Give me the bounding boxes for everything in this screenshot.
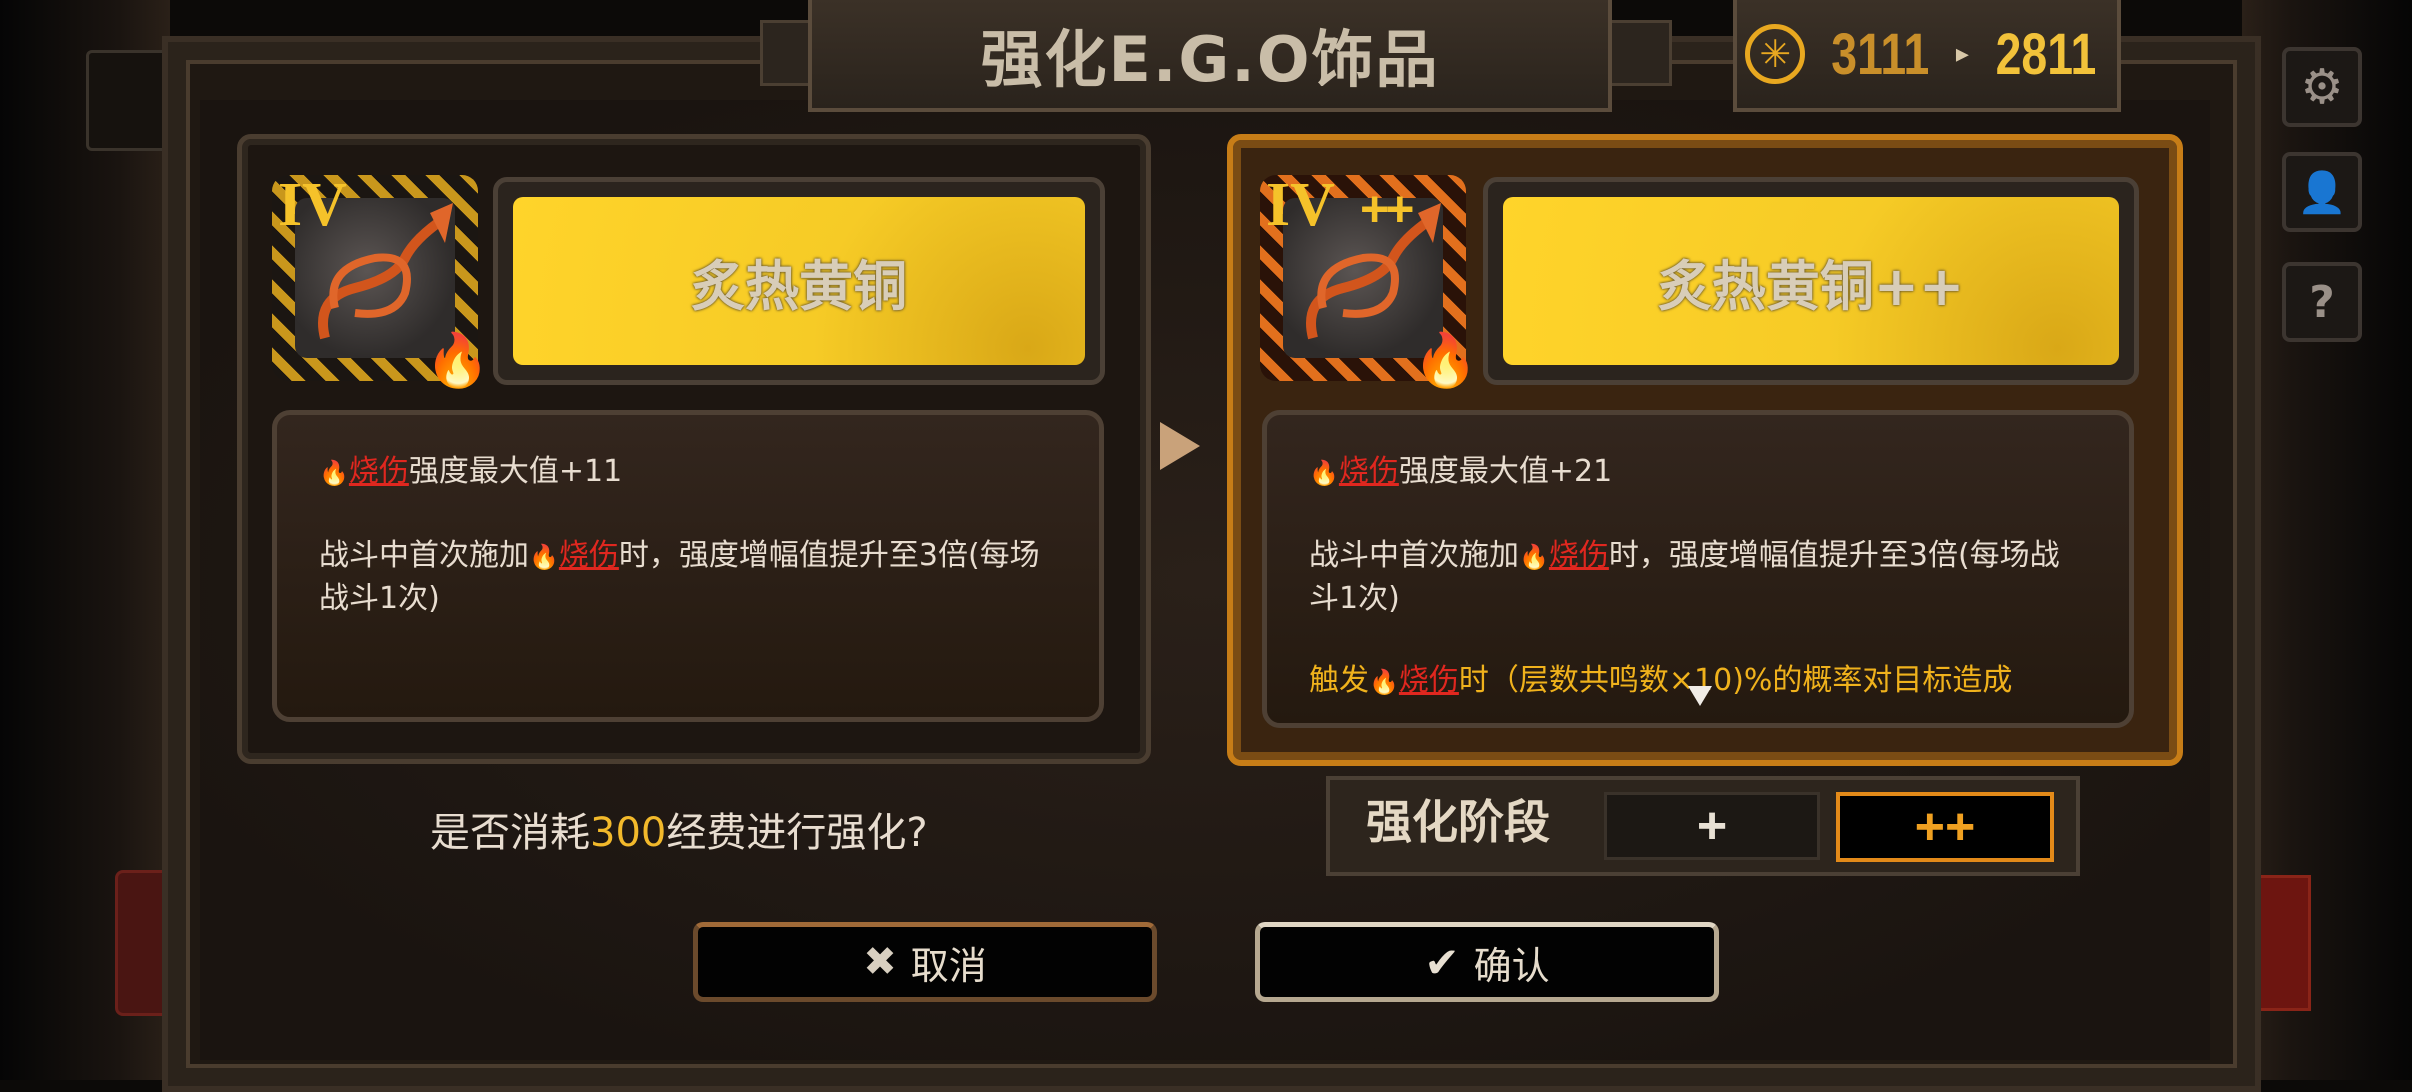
upgraded-item-name-box: 炙热黄铜++ [1483, 177, 2139, 385]
effect-text: 战斗中首次施加 [319, 538, 529, 573]
currency-new-value: 2811 [1995, 21, 2097, 87]
upgrade-cost-prompt: 是否消耗300经费进行强化? [430, 800, 928, 858]
currency-arrow: ▸ [1955, 39, 1969, 69]
cancel-button-label: 取消 [910, 943, 987, 988]
current-effect-2: 战斗中首次施加🔥烧伤时，强度增幅值提升至3倍(每场战斗1次) [319, 535, 1057, 619]
burn-keyword[interactable]: 烧伤 [1399, 663, 1459, 698]
burn-flame-icon: 🔥 [1519, 543, 1549, 571]
flame-icon: 🔥 [425, 331, 490, 391]
help-button[interactable]: ? [2282, 262, 2362, 342]
effect-text: 时（层数共鸣数×10)%的概率对目标造成 [1458, 663, 2013, 698]
flame-icon: 🔥 [1413, 331, 1478, 391]
check-icon: ✔ [1424, 937, 1460, 987]
effect-text: 战斗中首次施加 [1309, 538, 1519, 573]
cancel-button[interactable]: ✖ 取消 [693, 922, 1157, 1002]
stage-option-plus-plus[interactable]: ++ [1836, 792, 2054, 862]
stage-label: 强化阶段 [1366, 795, 1550, 849]
modal-title: 强化E.G.O饰品 [808, 0, 1612, 112]
burn-flame-icon: 🔥 [1369, 668, 1399, 696]
sun-coin-icon: ✳ [1745, 24, 1806, 84]
scroll-down-icon[interactable] [1688, 686, 1712, 706]
burn-keyword[interactable]: 烧伤 [1549, 538, 1609, 573]
gear-icon: ⚙ [2300, 59, 2344, 115]
burn-flame-icon: 🔥 [319, 459, 349, 487]
effect-text: 强度最大值+21 [1398, 454, 1613, 489]
effect-text: 强度最大值+11 [408, 454, 623, 489]
prompt-text: 经费进行强化? [666, 810, 928, 856]
upgraded-effect-1: 🔥烧伤强度最大值+21 [1309, 451, 2087, 494]
burn-flame-icon: 🔥 [529, 543, 559, 571]
currency-old-value: 3111 [1831, 21, 1930, 87]
upgrade-arrow-icon [1160, 422, 1200, 470]
upgraded-rank-label: IV [1266, 171, 1335, 239]
burn-keyword[interactable]: 烧伤 [559, 538, 619, 573]
burn-keyword[interactable]: 烧伤 [1339, 454, 1399, 489]
upgraded-effect-2: 战斗中首次施加🔥烧伤时，强度增幅值提升至3倍(每场战斗1次) [1309, 535, 2087, 619]
effect-text: 触发 [1309, 663, 1369, 698]
upgraded-item-description[interactable]: 🔥烧伤强度最大值+21 战斗中首次施加🔥烧伤时，强度增幅值提升至3倍(每场战斗1… [1262, 410, 2134, 728]
current-item-name: 炙热黄铜 [513, 197, 1085, 365]
current-effect-1: 🔥烧伤强度最大值+11 [319, 451, 1057, 494]
current-rank-label: IV [278, 171, 347, 239]
help-icon: ? [2309, 276, 2335, 328]
burn-flame-icon: 🔥 [1309, 459, 1339, 487]
confirm-button-label: 确认 [1473, 943, 1550, 988]
settings-button[interactable]: ⚙ [2282, 47, 2362, 127]
cost-amount: 300 [590, 810, 667, 856]
currency-display: ✳ 3111 ▸ 2811 [1733, 0, 2121, 112]
prompt-text: 是否消耗 [430, 810, 590, 856]
confirm-button[interactable]: ✔ 确认 [1255, 922, 1719, 1002]
current-item-name-box: 炙热黄铜 [493, 177, 1105, 385]
profile-button[interactable]: 👤 [2282, 152, 2362, 232]
upgraded-plus-badge: ++ [1360, 181, 1414, 237]
close-icon: ✖ [863, 939, 897, 985]
stage-option-plus[interactable]: + [1604, 792, 1820, 860]
burn-keyword[interactable]: 烧伤 [349, 454, 409, 489]
upgraded-item-name: 炙热黄铜++ [1503, 197, 2119, 365]
current-item-description: 🔥烧伤强度最大值+11 战斗中首次施加🔥烧伤时，强度增幅值提升至3倍(每场战斗1… [272, 410, 1104, 722]
profile-icon: 👤 [2297, 169, 2347, 216]
